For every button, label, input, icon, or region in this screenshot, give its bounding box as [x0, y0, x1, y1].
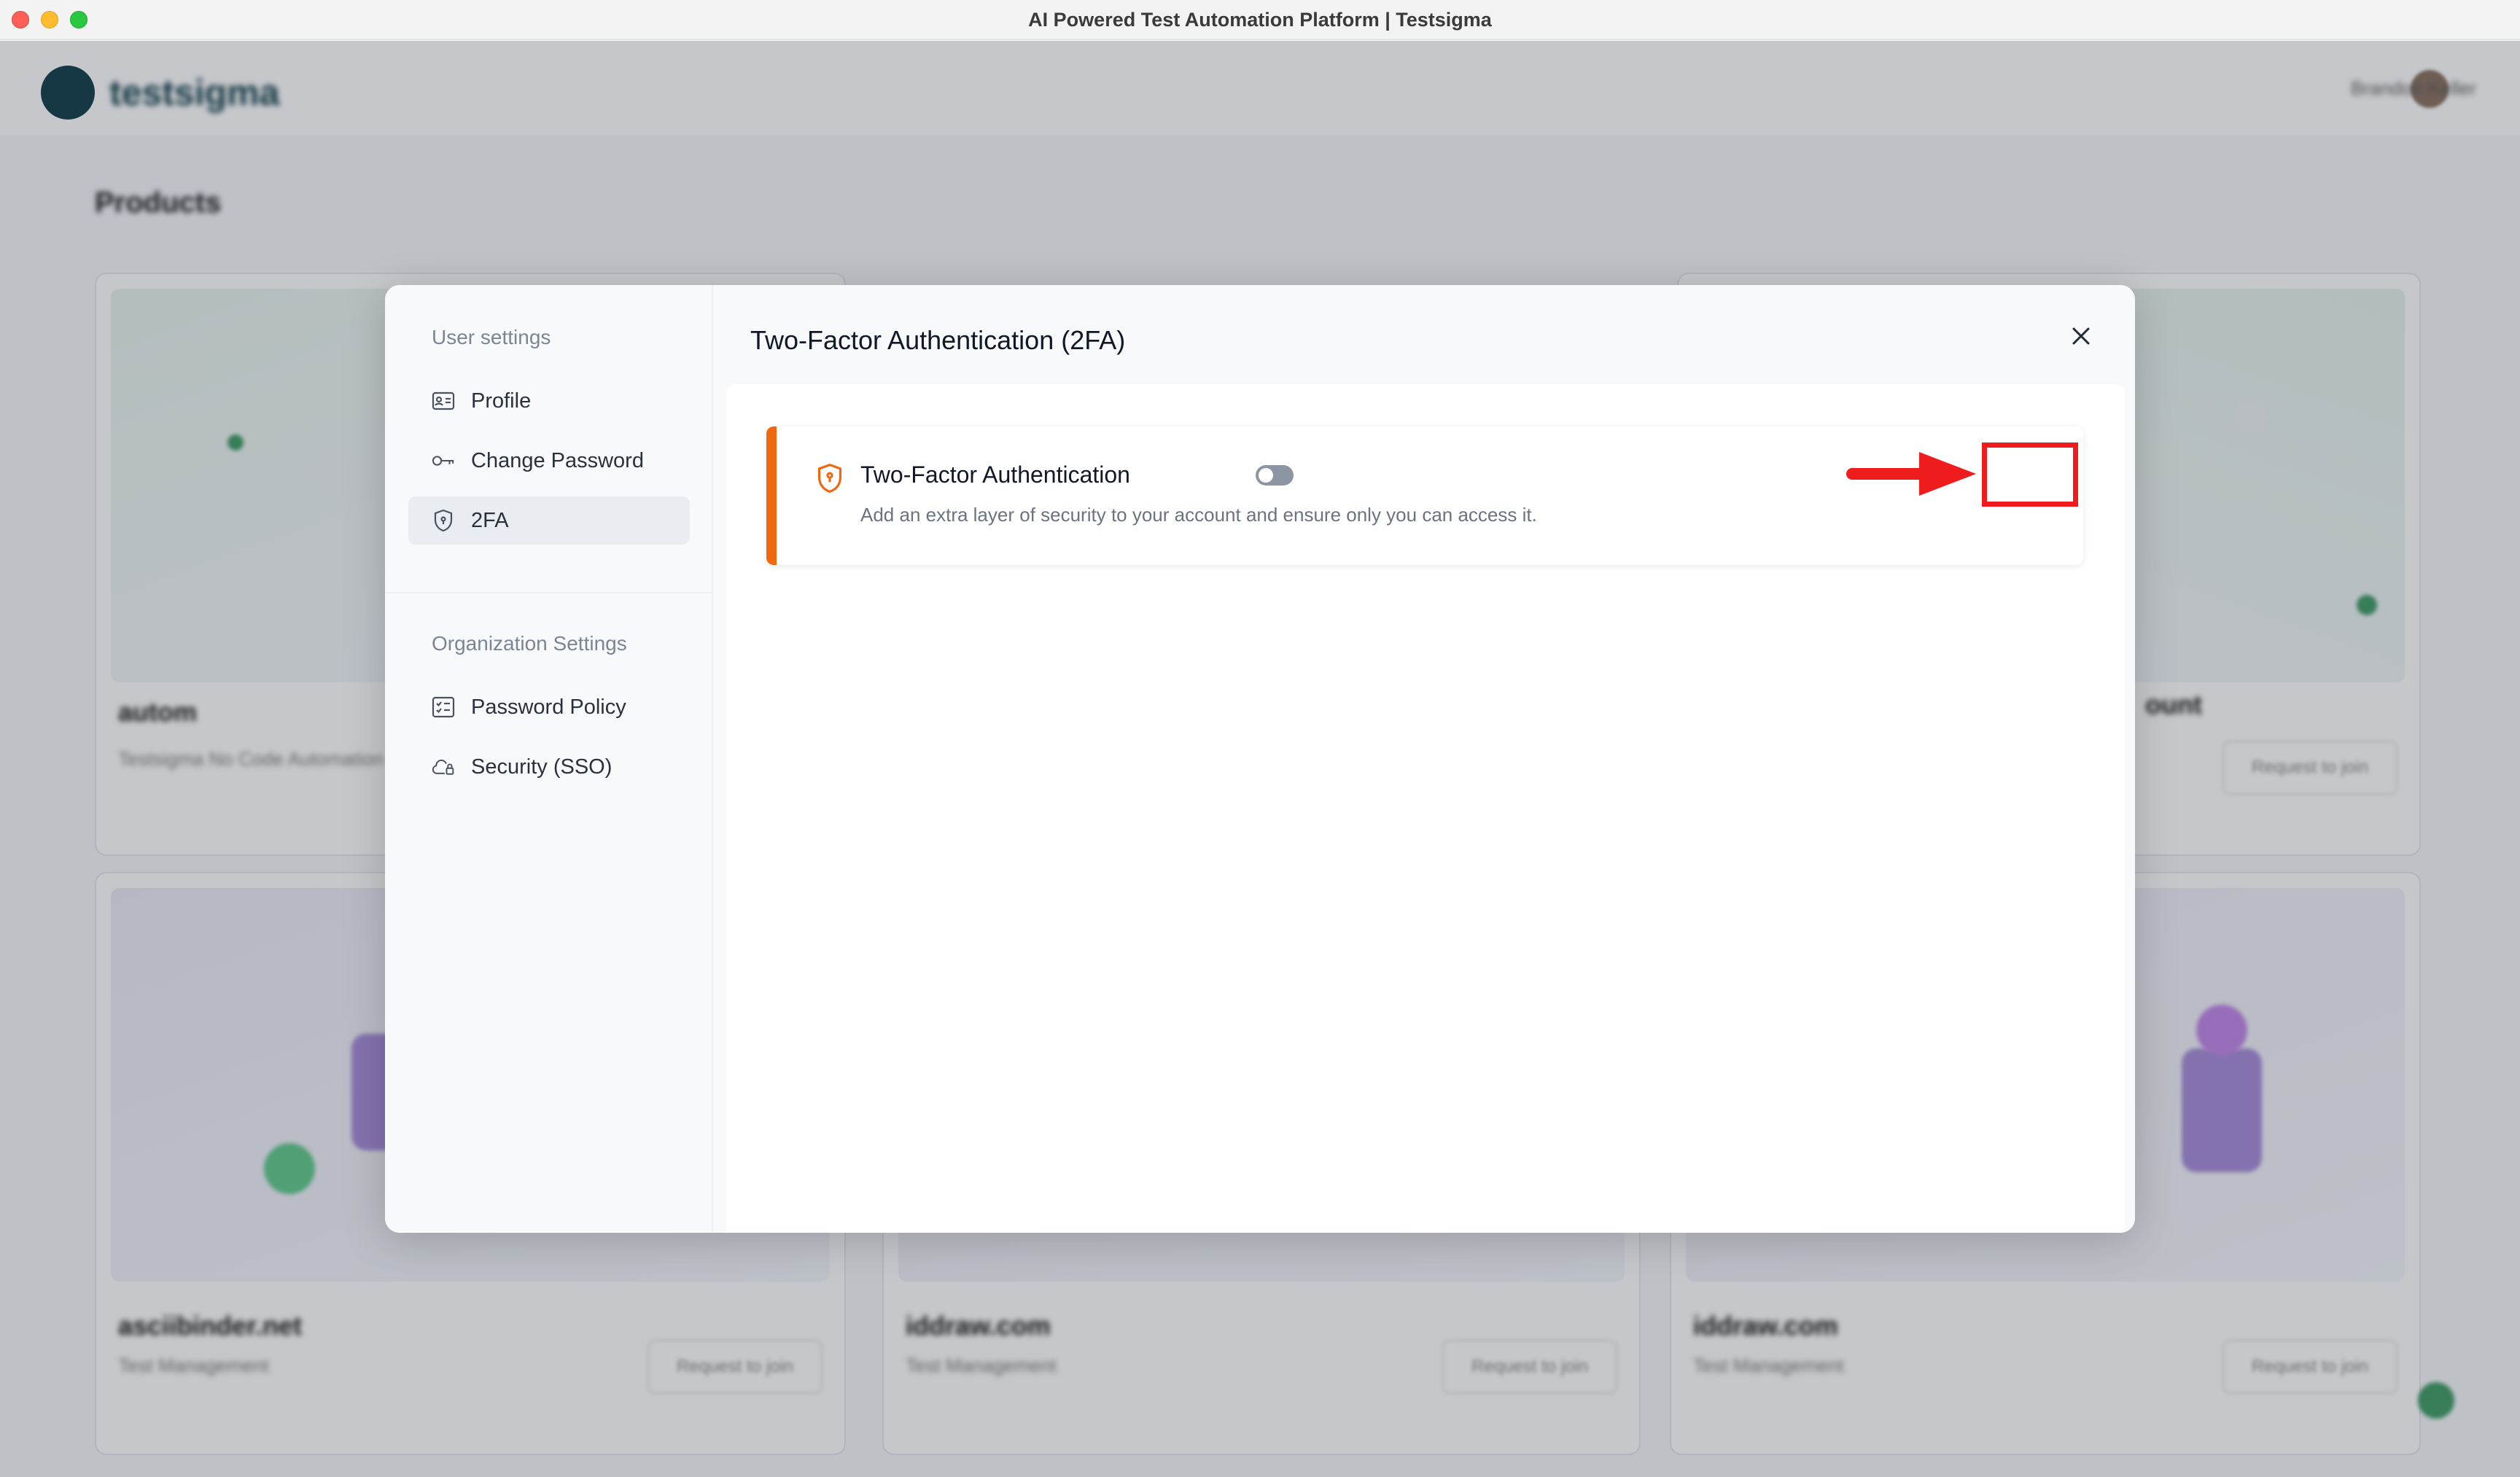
- card-accent-bar: [766, 426, 777, 565]
- sidebar-item-label: Password Policy: [471, 695, 626, 719]
- content-panel: Two-Factor Authentication Add an extra l…: [726, 384, 2125, 1233]
- sidebar-divider: [385, 592, 712, 593]
- org-settings-section-label: Organization Settings: [432, 632, 627, 655]
- shield-icon: [432, 509, 455, 532]
- window-title: AI Powered Test Automation Platform | Te…: [1028, 9, 1492, 31]
- sidebar-item-2fa[interactable]: 2FA: [408, 496, 690, 545]
- user-settings-section-label: User settings: [432, 326, 551, 348]
- sidebar-item-label: Profile: [471, 389, 532, 413]
- sidebar-item-label: Security (SSO): [471, 755, 612, 779]
- profile-card-icon: [432, 390, 455, 412]
- key-icon: [432, 450, 455, 472]
- 2fa-toggle[interactable]: [1256, 465, 1294, 486]
- cloud-lock-icon: [432, 756, 455, 778]
- sidebar-item-password-policy[interactable]: Password Policy: [408, 683, 690, 731]
- sidebar-item-label: Change Password: [471, 449, 644, 472]
- 2fa-description: Add an extra layer of security to your a…: [860, 504, 1537, 526]
- shield-icon: [816, 463, 844, 494]
- toggle-knob: [1259, 468, 1273, 483]
- settings-sidebar: User settings Profile Change Password 2F…: [385, 285, 713, 1233]
- sidebar-item-change-password[interactable]: Change Password: [408, 437, 690, 485]
- settings-main: Two-Factor Authentication (2FA) Two-Fact…: [713, 285, 2135, 1233]
- sidebar-item-profile[interactable]: Profile: [408, 377, 690, 425]
- sidebar-item-label: 2FA: [471, 509, 509, 532]
- window-titlebar: AI Powered Test Automation Platform | Te…: [0, 0, 2520, 40]
- close-icon[interactable]: [2066, 321, 2096, 351]
- 2fa-card: Two-Factor Authentication Add an extra l…: [766, 426, 2083, 565]
- user-settings-modal: User settings Profile Change Password 2F…: [385, 285, 2135, 1233]
- 2fa-title: Two-Factor Authentication: [860, 461, 1130, 488]
- sidebar-item-security-sso[interactable]: Security (SSO): [408, 743, 690, 791]
- annotation-arrow-head: [1919, 452, 1976, 496]
- checklist-icon: [432, 696, 455, 718]
- annotation-highlight-box: [1982, 443, 2078, 507]
- modal-title: Two-Factor Authentication (2FA): [750, 325, 1126, 355]
